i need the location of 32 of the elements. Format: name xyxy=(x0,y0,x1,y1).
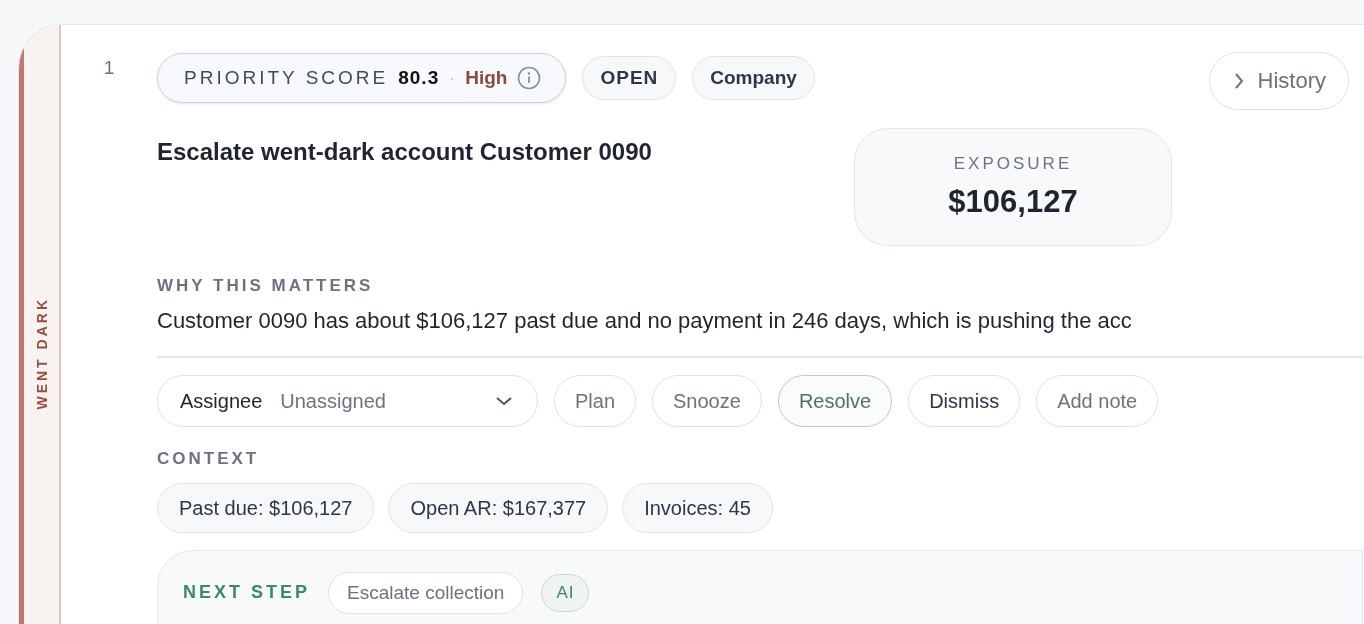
priority-score: 80.3 xyxy=(398,67,440,89)
exposure-label: EXPOSURE xyxy=(953,154,1073,174)
task-title: Escalate went-dark account Customer 0090 xyxy=(157,138,653,167)
row-number: 1 xyxy=(102,56,116,80)
category-label: WENT DARK xyxy=(33,297,50,410)
context-chip: Invoices: 45 xyxy=(622,483,773,533)
action-button[interactable]: Resolve xyxy=(777,375,893,427)
history-button[interactable]: History xyxy=(1208,52,1349,110)
section-heading: WHY THIS MATTERS xyxy=(157,276,375,296)
action-button[interactable]: Dismiss xyxy=(908,375,1021,427)
info-icon[interactable] xyxy=(517,66,542,90)
assignee-value: Unassigned xyxy=(280,389,387,413)
assignee-dropdown[interactable]: Assignee Unassigned xyxy=(157,375,538,427)
priority-level: High xyxy=(465,67,508,89)
type-badge: Company xyxy=(692,56,815,100)
action-button[interactable]: Snooze xyxy=(652,375,762,427)
priority-label: PRIORITY SCORE xyxy=(184,67,389,89)
chevron-right-icon xyxy=(1233,72,1244,90)
chevron-down-icon xyxy=(495,396,513,406)
separator-dot: · xyxy=(449,67,456,89)
next-step-heading: NEXT STEP xyxy=(183,582,311,603)
exposure-value: $106,127 xyxy=(948,184,1078,220)
ai-tag: AI xyxy=(541,574,590,612)
status-badge: OPEN xyxy=(582,56,677,100)
explanation-text: Customer 0090 has about $106,127 past due and no payment in 246 days, which is pushing the acc xyxy=(157,308,1363,358)
action-button[interactable]: Plan xyxy=(554,375,637,427)
next-step-action[interactable]: Escalate collection xyxy=(328,572,524,614)
assignee-label: Assignee xyxy=(180,389,263,413)
context-chip: Past due: $106,127 xyxy=(157,483,375,533)
section-heading: CONTEXT xyxy=(157,449,261,469)
action-button[interactable]: Add note xyxy=(1036,375,1159,427)
context-chip: Open AR: $167,377 xyxy=(388,483,609,533)
